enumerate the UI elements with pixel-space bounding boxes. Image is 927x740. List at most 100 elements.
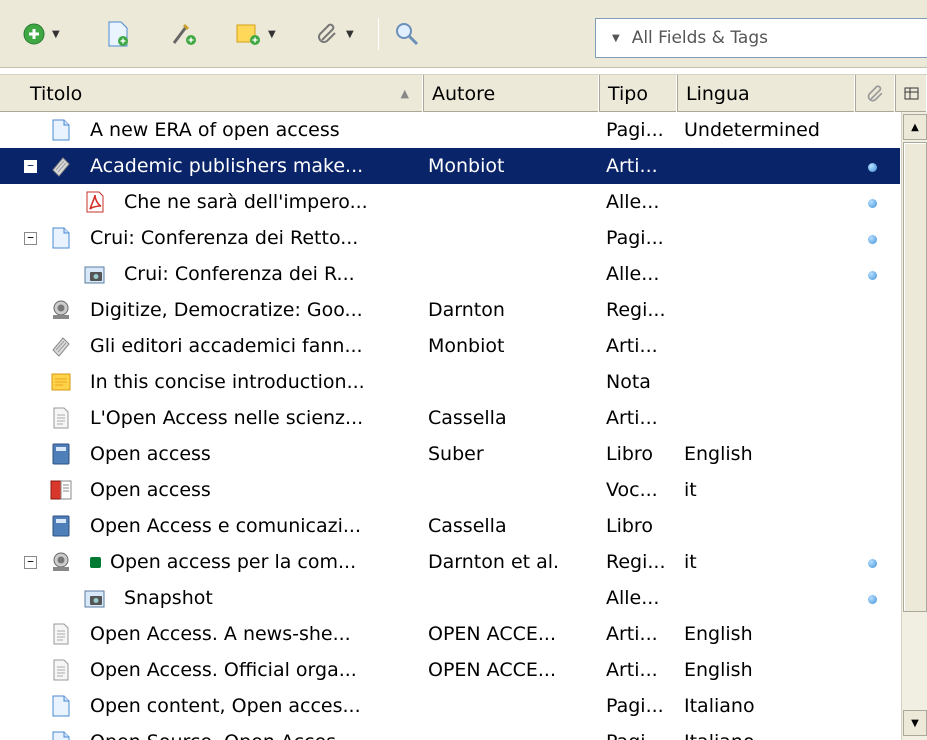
item-title: L'Open Access nelle scienz...: [90, 407, 364, 429]
item-row[interactable]: L'Open Access nelle scienz... Cassella Art…: [0, 400, 900, 436]
item-row[interactable]: A new ERA of open access Pagi... Undetermi…: [0, 112, 900, 148]
item-row[interactable]: Open Access e comunicazi... Cassella Libro: [0, 508, 900, 544]
toolbar-separator: [378, 18, 379, 50]
item-type: Alle...: [606, 587, 660, 609]
item-type: Pagi...: [606, 724, 664, 740]
attachment-indicator-icon[interactable]: [868, 199, 877, 208]
item-title: Digitize, Democratize: Goo...: [90, 299, 363, 321]
item-list[interactable]: A new ERA of open access Pagi... Undetermi…: [0, 112, 900, 740]
arrow-up-icon: ▲: [911, 121, 919, 133]
item-row[interactable]: In this concise introduction... Nota: [0, 364, 900, 400]
scrollbar-thumb[interactable]: [903, 142, 927, 612]
item-author: OPEN ACCE...: [428, 623, 556, 645]
column-header-title[interactable]: Titolo ▲: [0, 75, 424, 112]
item-type: Pagi...: [606, 119, 664, 141]
item-row[interactable]: − Academic publishers make... Monbiot Arti.…: [0, 148, 900, 184]
item-author: Cassella: [428, 407, 507, 429]
item-title: Open Access. A news-she...: [90, 623, 351, 645]
item-language: English: [684, 623, 753, 645]
column-picker-button[interactable]: [896, 75, 927, 112]
item-type: Pagi...: [606, 695, 664, 717]
item-title: Open access: [90, 443, 211, 465]
attachment-indicator-icon[interactable]: [868, 559, 877, 568]
webpage-icon: [50, 695, 72, 717]
column-header: Titolo ▲ Autore Tipo Lingua: [0, 74, 927, 112]
newspaper-article-icon: [50, 155, 72, 177]
item-author: Cassella: [428, 515, 507, 537]
vertical-scrollbar[interactable]: ▲ ▼: [901, 112, 927, 740]
item-row[interactable]: Open Source, Open Acces... Pagi... Italian…: [0, 724, 900, 740]
item-language: it: [684, 479, 697, 501]
item-type: Voc...: [606, 479, 658, 501]
item-title: Open Access e comunicazi...: [90, 515, 362, 537]
arrow-down-icon: ▼: [911, 717, 919, 729]
recording-icon: [50, 299, 72, 321]
item-type: Alle...: [606, 263, 660, 285]
item-type: Nota: [606, 371, 651, 393]
item-type: Arti...: [606, 407, 658, 429]
column-header-author[interactable]: Autore: [424, 75, 600, 112]
new-item-button[interactable]: ▼: [22, 20, 60, 48]
item-row[interactable]: Che ne sarà dell'impero... Alle...: [0, 184, 900, 220]
item-row[interactable]: Open Access. Official orga... OPEN ACCE..…: [0, 652, 900, 688]
item-row[interactable]: Open access Suber Libro English: [0, 436, 900, 472]
collapse-toggle-icon[interactable]: −: [24, 160, 37, 173]
item-type: Arti...: [606, 335, 658, 357]
new-note-button[interactable]: ▼: [236, 20, 276, 48]
attachment-indicator-icon[interactable]: [868, 235, 877, 244]
collapse-toggle-icon[interactable]: −: [24, 556, 37, 569]
item-row[interactable]: − Crui: Conferenza dei Retto... Pagi...: [0, 220, 900, 256]
item-type: Arti...: [606, 659, 658, 681]
item-row[interactable]: Digitize, Democratize: Goo... Darnton Regi…: [0, 292, 900, 328]
scroll-down-button[interactable]: ▼: [903, 710, 927, 736]
attachment-indicator-icon[interactable]: [868, 271, 877, 280]
item-row[interactable]: Gli editori accademici fann... Monbiot Art…: [0, 328, 900, 364]
add-attachment-button[interactable]: ▼: [316, 20, 354, 48]
item-language: Italiano: [684, 724, 755, 740]
item-row[interactable]: Crui: Conferenza dei R... Alle...: [0, 256, 900, 292]
search-icon: [396, 23, 419, 46]
item-title: Open access: [90, 479, 211, 501]
item-row[interactable]: − Open access per la com... Darnton et al.…: [0, 544, 900, 580]
new-item-from-file-button[interactable]: [106, 20, 130, 48]
encyclopedia-icon: [50, 479, 72, 501]
attachment-indicator-icon[interactable]: [868, 595, 877, 604]
item-language: Undetermined: [684, 119, 820, 141]
attachment-icon: [867, 84, 882, 101]
item-title: A new ERA of open access: [90, 119, 340, 141]
column-header-language[interactable]: Lingua: [678, 75, 856, 112]
search-mode-dropdown-icon[interactable]: ▼: [612, 33, 620, 44]
column-header-type[interactable]: Tipo: [600, 75, 678, 112]
item-type: Alle...: [606, 191, 660, 213]
item-row[interactable]: Snapshot Alle...: [0, 580, 900, 616]
column-title-label: Titolo: [30, 82, 83, 105]
attachment-indicator-icon[interactable]: [868, 163, 877, 172]
item-title: Snapshot: [124, 587, 213, 609]
add-by-identifier-button[interactable]: [170, 20, 198, 48]
column-header-attachments[interactable]: [856, 75, 896, 112]
recording-icon: [50, 551, 72, 573]
item-title: Crui: Conferenza dei Retto...: [90, 227, 359, 249]
item-row[interactable]: Open access Voc... it: [0, 472, 900, 508]
toolbar: ▼ ▼ ▼ ▼: [0, 0, 927, 68]
new-item-icon: [23, 23, 45, 45]
snapshot-icon: [84, 263, 106, 285]
new-note-icon: [236, 24, 260, 45]
item-language: English: [684, 659, 753, 681]
item-type: Libro: [606, 515, 653, 537]
advanced-search-button[interactable]: [394, 20, 420, 48]
item-row[interactable]: Open Access. A news-she... OPEN ACCE... Ar…: [0, 616, 900, 652]
webpage-icon: [50, 731, 72, 740]
note-icon: [50, 371, 72, 393]
scroll-up-button[interactable]: ▲: [903, 114, 927, 140]
item-type: Arti...: [606, 155, 658, 177]
search-input[interactable]: [631, 28, 927, 48]
item-title: Gli editori accademici fann...: [90, 335, 363, 357]
collapse-toggle-icon[interactable]: −: [24, 232, 37, 245]
item-type: Libro: [606, 443, 653, 465]
item-row[interactable]: Open content, Open acces... Pagi... Italia…: [0, 688, 900, 724]
item-author: Suber: [428, 443, 484, 465]
search-box[interactable]: ▼: [595, 18, 927, 58]
item-type: Regi...: [606, 299, 666, 321]
item-title: Che ne sarà dell'impero...: [124, 191, 368, 213]
